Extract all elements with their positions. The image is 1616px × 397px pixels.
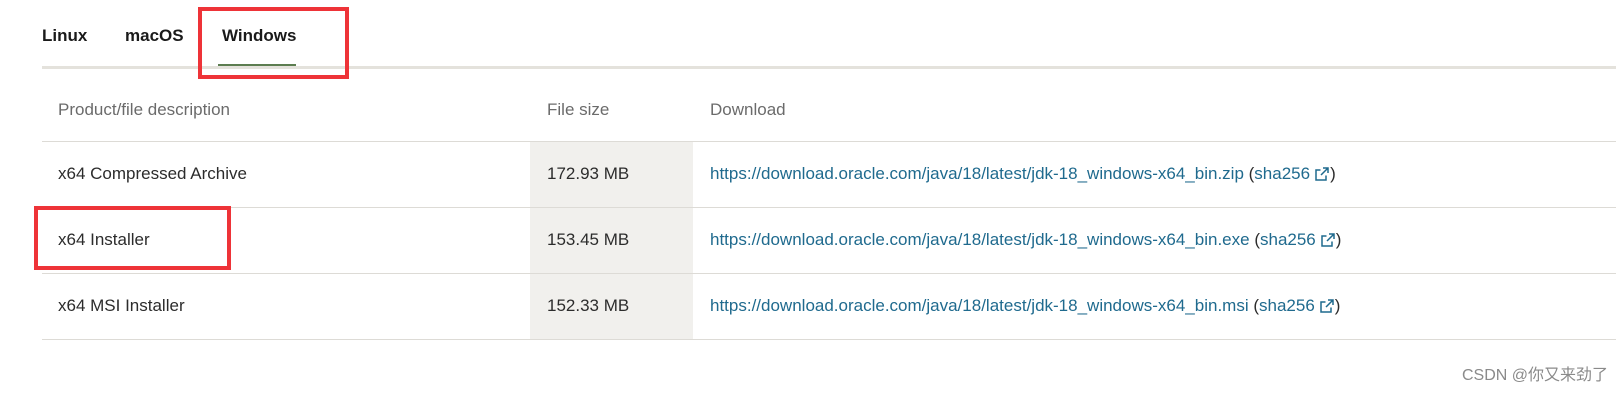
tab-windows[interactable]: Windows — [222, 26, 296, 46]
download-link[interactable]: https://download.oracle.com/java/18/late… — [710, 164, 1244, 184]
header-file-size: File size — [547, 100, 610, 119]
row-download: https://download.oracle.com/java/18/late… — [710, 296, 1341, 316]
header-download: Download — [710, 100, 786, 119]
row-description: x64 Installer — [58, 230, 150, 249]
row-file-size: 152.33 MB — [547, 296, 630, 315]
tabs-divider — [42, 66, 1616, 69]
tab-macos[interactable]: macOS — [125, 26, 184, 46]
header-description: Product/file description — [58, 100, 230, 119]
tab-linux[interactable]: Linux — [42, 26, 87, 46]
external-link-icon — [1320, 299, 1334, 313]
row-description: x64 Compressed Archive — [58, 164, 247, 183]
row-download: https://download.oracle.com/java/18/late… — [710, 164, 1336, 184]
download-link[interactable]: https://download.oracle.com/java/18/late… — [710, 230, 1250, 250]
table-row: x64 Compressed Archive 172.93 MB https:/… — [42, 141, 1616, 207]
row-file-size: 172.93 MB — [547, 164, 630, 183]
download-link[interactable]: https://download.oracle.com/java/18/late… — [710, 296, 1249, 316]
os-tabs: Linux macOS Windows — [42, 0, 1616, 70]
sha256-link[interactable]: sha256 — [1259, 296, 1315, 316]
table-row: x64 Installer 153.45 MB https://download… — [42, 207, 1616, 273]
external-link-icon — [1321, 233, 1335, 247]
external-link-icon — [1315, 167, 1329, 181]
row-description: x64 MSI Installer — [58, 296, 185, 315]
table-row: x64 MSI Installer 152.33 MB https://down… — [42, 273, 1616, 339]
row-file-size: 153.45 MB — [547, 230, 630, 249]
sha256-link[interactable]: sha256 — [1260, 230, 1316, 250]
row-divider — [42, 339, 1616, 340]
row-download: https://download.oracle.com/java/18/late… — [710, 230, 1342, 250]
table-header-row: Product/file description File size Downl… — [42, 79, 1616, 141]
watermark: CSDN @你又来劲了 — [1461, 367, 1608, 384]
sha256-link[interactable]: sha256 — [1254, 164, 1310, 184]
